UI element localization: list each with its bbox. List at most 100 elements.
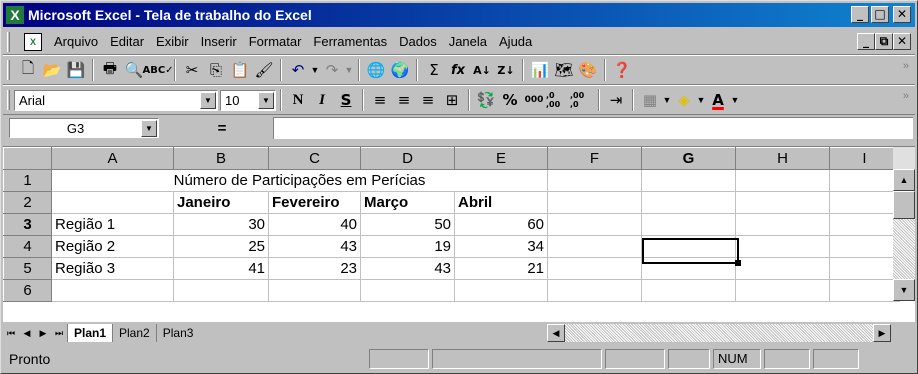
copy-icon[interactable]: ⎘: [204, 58, 228, 82]
cell-d3[interactable]: 50: [360, 213, 455, 236]
spelling-icon[interactable]: ABC✓: [142, 58, 173, 82]
fill-color-dropdown-icon[interactable]: ▼: [696, 95, 706, 105]
cell-g3-active[interactable]: [641, 213, 736, 236]
underline-button[interactable]: S: [334, 88, 358, 112]
increase-decimal-button[interactable]: ,0 ,00: [546, 88, 570, 112]
excel-app-icon[interactable]: X: [6, 6, 24, 24]
decrease-decimal-button[interactable]: ,00 ,0: [570, 88, 594, 112]
menu-exibir[interactable]: Exibir: [150, 34, 195, 49]
undo-dropdown-icon[interactable]: ▼: [310, 65, 320, 75]
cell-h3[interactable]: [735, 213, 830, 236]
align-center-icon[interactable]: ≡: [392, 88, 416, 112]
web-icon[interactable]: 🌍: [388, 58, 412, 82]
thousands-separator-button[interactable]: 000: [522, 88, 546, 112]
column-header-i[interactable]: I: [829, 147, 900, 170]
cell-a2[interactable]: [51, 191, 174, 214]
cell-h1[interactable]: [735, 169, 830, 192]
fill-color-icon[interactable]: ◈: [672, 88, 696, 112]
sort-ascending-icon[interactable]: A↓: [470, 58, 494, 82]
cell-e5[interactable]: 21: [454, 257, 548, 280]
font-name-combo[interactable]: Arial ▼: [14, 89, 218, 111]
italic-button[interactable]: I: [310, 88, 334, 112]
column-header-g[interactable]: G: [641, 147, 736, 170]
cell-c3[interactable]: 40: [268, 213, 361, 236]
tab-plan1[interactable]: Plan1: [67, 324, 113, 342]
more-buttons-icon-2[interactable]: »: [903, 90, 909, 102]
increase-indent-icon[interactable]: ⇥: [604, 88, 628, 112]
menu-ajuda[interactable]: Ajuda: [493, 34, 538, 49]
more-buttons-icon[interactable]: »: [903, 60, 909, 72]
paste-icon[interactable]: 📋: [228, 58, 252, 82]
cell-f1[interactable]: [547, 169, 642, 192]
menu-grip[interactable]: [7, 31, 10, 52]
column-header-a[interactable]: A: [51, 147, 174, 170]
merge-center-icon[interactable]: ⊞: [440, 88, 464, 112]
align-left-icon[interactable]: ≡: [368, 88, 392, 112]
first-sheet-icon[interactable]: ⏮: [3, 325, 19, 342]
toolbar-grip[interactable]: [7, 60, 10, 80]
format-painter-icon[interactable]: 🖌: [252, 58, 276, 82]
column-header-d[interactable]: D: [360, 147, 455, 170]
print-icon[interactable]: 🖶: [98, 58, 122, 82]
maximize-button[interactable]: □: [871, 6, 889, 23]
row-header-3[interactable]: 3: [3, 213, 52, 236]
sort-descending-icon[interactable]: Z↓: [494, 58, 518, 82]
horizontal-scrollbar[interactable]: ◀ ▶: [547, 324, 891, 342]
cut-icon[interactable]: ✂: [180, 58, 204, 82]
worksheet-grid[interactable]: A B C D E F G H I 1 Número de Participaç…: [3, 146, 915, 322]
help-icon[interactable]: ❓: [610, 58, 634, 82]
scroll-thumb[interactable]: [893, 191, 915, 219]
prev-sheet-icon[interactable]: ◀: [19, 325, 35, 342]
cell-i4[interactable]: [829, 235, 900, 258]
cell-a5[interactable]: Região 3: [51, 257, 174, 280]
tab-plan3[interactable]: Plan3: [155, 324, 200, 342]
redo-dropdown-icon[interactable]: ▼: [344, 65, 354, 75]
menu-janela[interactable]: Janela: [443, 34, 493, 49]
doc-restore-button[interactable]: ⧉: [875, 33, 893, 50]
borders-dropdown-icon[interactable]: ▼: [662, 95, 672, 105]
cell-d5[interactable]: 43: [360, 257, 455, 280]
function-icon[interactable]: fx: [446, 58, 470, 82]
menu-ferramentas[interactable]: Ferramentas: [307, 34, 393, 49]
currency-icon[interactable]: 💱: [474, 88, 498, 112]
scroll-left-icon[interactable]: ◀: [547, 324, 565, 342]
open-icon[interactable]: 📂: [40, 58, 64, 82]
menu-dados[interactable]: Dados: [393, 34, 443, 49]
row-header-1[interactable]: 1: [3, 169, 52, 192]
cell-d4[interactable]: 19: [360, 235, 455, 258]
fill-handle[interactable]: [735, 260, 741, 266]
cell-e3[interactable]: 60: [454, 213, 548, 236]
borders-icon[interactable]: ▦: [638, 88, 662, 112]
cell-b2[interactable]: Janeiro: [173, 191, 269, 214]
cell-e2[interactable]: Abril: [454, 191, 548, 214]
edit-formula-button[interactable]: =: [209, 120, 235, 137]
menu-editar[interactable]: Editar: [104, 34, 150, 49]
map-icon[interactable]: 🗺: [552, 58, 576, 82]
column-header-b[interactable]: B: [173, 147, 269, 170]
column-header-h[interactable]: H: [735, 147, 830, 170]
vertical-scrollbar[interactable]: ▲ ▼: [893, 147, 915, 301]
cell-h5[interactable]: [735, 257, 830, 280]
cell-i2[interactable]: [829, 191, 900, 214]
cell-e4[interactable]: 34: [454, 235, 548, 258]
redo-icon[interactable]: ↷: [320, 58, 344, 82]
cell-b4[interactable]: 25: [173, 235, 269, 258]
autosum-icon[interactable]: Σ: [422, 58, 446, 82]
chart-wizard-icon[interactable]: 📊: [528, 58, 552, 82]
cell-c4[interactable]: 43: [268, 235, 361, 258]
new-icon[interactable]: 🗋: [16, 58, 40, 82]
column-header-e[interactable]: E: [454, 147, 548, 170]
cell-a1-title[interactable]: Número de Participações em Perícias: [51, 169, 548, 192]
cell-c5[interactable]: 23: [268, 257, 361, 280]
menu-inserir[interactable]: Inserir: [195, 34, 243, 49]
row-header-4[interactable]: 4: [3, 235, 52, 258]
bold-button[interactable]: N: [286, 88, 310, 112]
hyperlink-icon[interactable]: 🌐: [364, 58, 388, 82]
cell-h4[interactable]: [735, 235, 830, 258]
font-size-dropdown-icon[interactable]: ▼: [258, 91, 274, 109]
cell-d2[interactable]: Março: [360, 191, 455, 214]
name-box[interactable]: G3 ▼: [9, 118, 159, 138]
last-sheet-icon[interactable]: ⏭: [51, 325, 67, 342]
row-header-5[interactable]: 5: [3, 257, 52, 280]
cell-b5[interactable]: 41: [173, 257, 269, 280]
